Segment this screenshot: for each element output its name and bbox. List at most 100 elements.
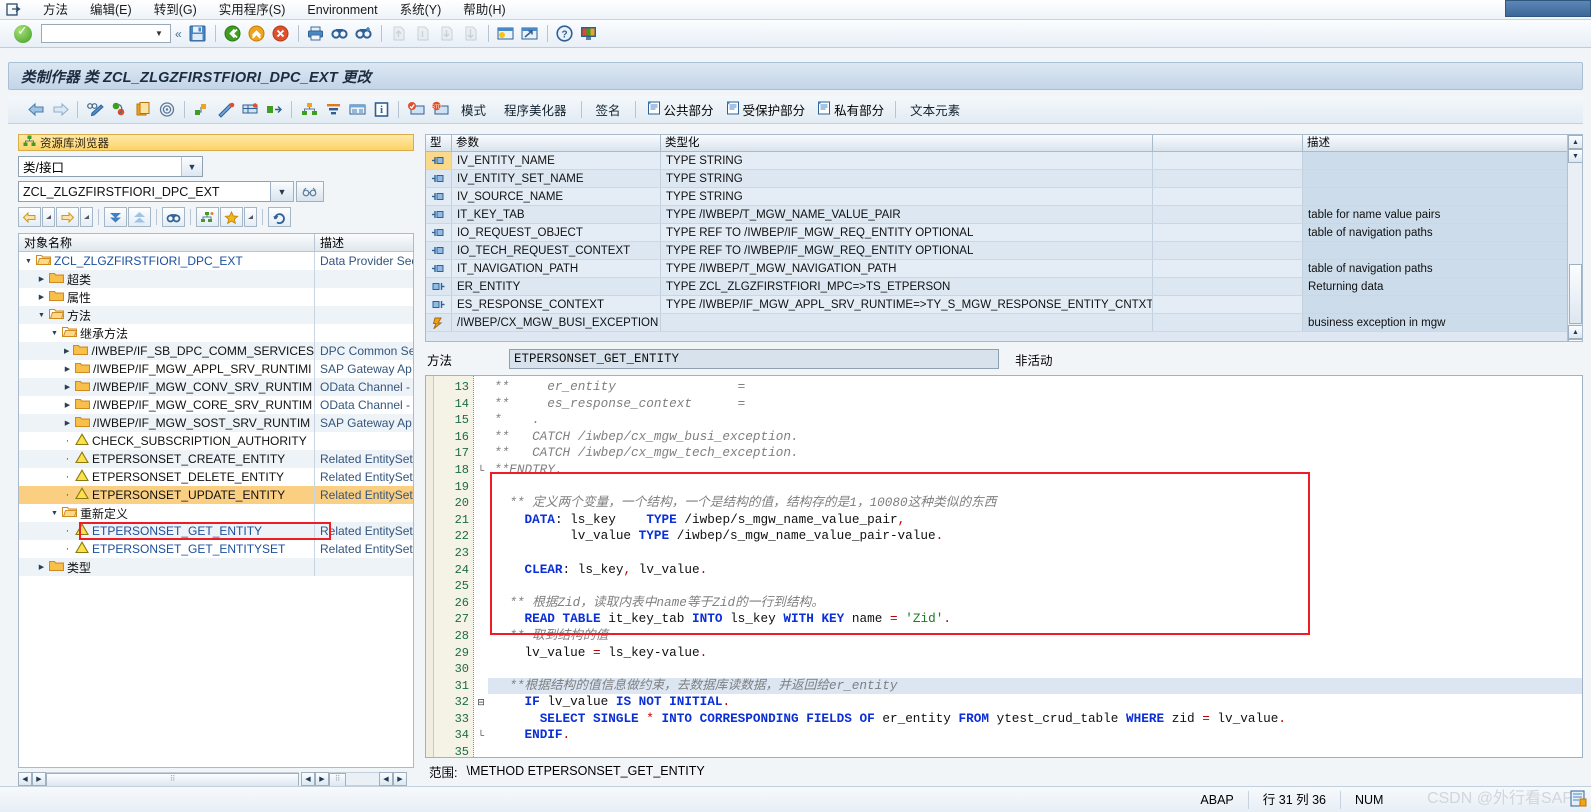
tree-row-name-cell[interactable]: ▶ /IWBEP/IF_MGW_CORE_SRV_RUNTIM xyxy=(19,396,315,414)
refresh-object-icon[interactable] xyxy=(108,100,130,120)
code-line[interactable]: ** CATCH /iwbep/cx_mgw_busi_exception. xyxy=(488,429,1582,446)
code-line[interactable]: lv_value = ls_key-value. xyxy=(488,645,1582,662)
text-elements-button[interactable]: 文本元素 xyxy=(901,100,969,119)
code-line[interactable]: ** CATCH /iwbep/cx_mgw_tech_exception. xyxy=(488,445,1582,462)
chevron-down-icon[interactable]: ▼ xyxy=(36,306,47,324)
code-line[interactable]: DATA: ls_key TYPE /iwbep/s_mgw_name_valu… xyxy=(488,512,1582,529)
hscroll-track[interactable] xyxy=(46,771,299,787)
code-line[interactable] xyxy=(488,545,1582,562)
display-change-icon[interactable] xyxy=(84,100,106,120)
activate-icon[interactable]: STD xyxy=(429,100,451,120)
editor-code-area[interactable]: ** er_entity = ** es_response_context = * … xyxy=(488,376,1582,757)
tree-row[interactable]: · ETPERSONSET_CREATE_ENTITY Related Entity… xyxy=(19,450,413,468)
save-icon[interactable] xyxy=(187,24,209,44)
mode-button[interactable]: 模式 xyxy=(452,100,495,119)
code-line[interactable]: IF lv_value IS NOT INITIAL. xyxy=(488,694,1582,711)
code-line[interactable]: * . xyxy=(488,412,1582,429)
tree-row[interactable]: ▼ 继承方法 xyxy=(19,324,413,342)
refresh-button[interactable] xyxy=(268,207,291,227)
menu-item-6[interactable]: 帮助(H) xyxy=(452,0,516,20)
session-info-icon[interactable] xyxy=(1570,790,1587,807)
display-glasses-icon[interactable] xyxy=(296,181,324,202)
pretty-printer-button[interactable]: 程序美化器 xyxy=(495,100,576,119)
scroll-up-icon[interactable]: ▲ xyxy=(1568,325,1582,339)
parameter-row[interactable]: IO_REQUEST_OBJECT TYPE REF TO /IWBEP/IF_M… xyxy=(426,224,1582,242)
protected-section-button[interactable]: 受保护部分 xyxy=(720,100,812,119)
list-icon[interactable] xyxy=(346,100,368,120)
menu-item-2[interactable]: 转到(G) xyxy=(143,0,208,20)
print-icon[interactable] xyxy=(305,24,327,44)
signature-button[interactable]: 签名 xyxy=(587,100,630,119)
parameter-row[interactable]: IO_TECH_REQUEST_CONTEXT TYPE REF TO /IWBE… xyxy=(426,242,1582,260)
chevron-down-icon[interactable]: ▼ xyxy=(49,504,60,522)
tree-row[interactable]: ▶ /IWBEP/IF_MGW_SOST_SRV_RUNTIM SAP Gatewa… xyxy=(19,414,413,432)
chevron-right-icon[interactable]: ▶ xyxy=(62,378,73,396)
tree-row-name-cell[interactable]: · CHECK_SUBSCRIPTION_AUTHORITY xyxy=(19,432,315,450)
tree-row-name-cell[interactable]: · ETPERSONSET_UPDATE_ENTITY xyxy=(19,486,315,504)
chevron-right-icon[interactable]: ▶ xyxy=(62,360,73,378)
help-icon[interactable]: ? xyxy=(554,24,576,44)
public-section-button[interactable]: 公共部分 xyxy=(641,100,720,119)
create-shortcut-icon[interactable] xyxy=(519,24,541,44)
tree-row[interactable]: ▶ 属性 xyxy=(19,288,413,306)
code-line[interactable] xyxy=(488,578,1582,595)
scroll-down-icon[interactable]: ▼ xyxy=(1568,149,1582,163)
chevron-right-icon[interactable]: ▶ xyxy=(36,270,47,288)
command-field[interactable]: ▼ xyxy=(41,24,171,43)
new-session-icon[interactable] xyxy=(495,24,517,44)
parameter-vertical-scrollbar[interactable]: ▲ ▼ ▲ ▼ xyxy=(1567,135,1582,341)
fold-marker-icon[interactable]: ⊟ xyxy=(474,694,488,711)
code-line[interactable]: CLEAR: ls_key, lv_value. xyxy=(488,562,1582,579)
menu-item-5[interactable]: 系统(Y) xyxy=(389,0,453,20)
object-name-dropdown-button[interactable]: ▼ xyxy=(270,181,294,202)
menu-item-3[interactable]: 实用程序(S) xyxy=(208,0,297,20)
info-icon[interactable]: i xyxy=(370,100,392,120)
hscroll-thumb-2[interactable] xyxy=(329,772,346,787)
code-line[interactable]: READ TABLE it_key_tab INTO ls_key WITH K… xyxy=(488,611,1582,628)
back-history-button[interactable] xyxy=(42,207,55,227)
parameter-row[interactable]: IT_NAVIGATION_PATH TYPE /IWBEP/T_MGW_NAVI… xyxy=(426,260,1582,278)
code-editor[interactable]: 13 14 15 16 17 18 19 20 21 22 23 24 25 26 27 28 29 30 31 32… xyxy=(425,375,1583,758)
check-icon[interactable] xyxy=(405,100,427,120)
back-button[interactable] xyxy=(18,207,41,227)
tree-row[interactable]: ▼ 重新定义 xyxy=(19,504,413,522)
chevron-right-icon[interactable]: ▶ xyxy=(62,396,73,414)
menu-item-0[interactable]: 方法 xyxy=(32,0,79,20)
forward-arrow-icon[interactable] xyxy=(49,100,71,120)
tree-row[interactable]: ▼ 方法 xyxy=(19,306,413,324)
add-object-button[interactable] xyxy=(196,207,219,227)
parameter-row[interactable]: IT_KEY_TAB TYPE /IWBEP/T_MGW_NAME_VALUE_P… xyxy=(426,206,1582,224)
scroll-left-icon[interactable]: ◀ xyxy=(379,771,393,786)
tree-row-name-cell[interactable]: ▼ 重新定义 xyxy=(19,504,315,522)
object-tree[interactable]: 对象名称 描述 ▼ ZCL_ZLGZFIRSTFIORI_DPC_EXT Data … xyxy=(18,233,414,768)
forward-history-button[interactable] xyxy=(80,207,93,227)
scroll-left-icon[interactable]: ◀ xyxy=(301,771,315,786)
parameter-row[interactable]: /IWBEP/CX_MGW_BUSI_EXCEPTION business exc… xyxy=(426,314,1582,332)
menu-item-1[interactable]: 编辑(E) xyxy=(79,0,143,20)
parameter-row[interactable]: IV_ENTITY_SET_NAME TYPE STRING xyxy=(426,170,1582,188)
tree-row-name-cell[interactable]: ▼ 继承方法 xyxy=(19,324,315,342)
parameter-table[interactable]: 型 参数 类型化 描述 IV_ENTITY_NAME TYPE STRING IV_… xyxy=(425,134,1583,342)
tree-row[interactable]: ▶ /IWBEP/IF_SB_DPC_COMM_SERVICES DPC Commo… xyxy=(19,342,413,360)
scroll-right-icon[interactable]: ▶ xyxy=(393,771,407,786)
exit-icon[interactable] xyxy=(246,24,268,44)
parameter-row[interactable]: ER_ENTITY TYPE ZCL_ZLGZFIRSTFIORI_MPC=>TS… xyxy=(426,278,1582,296)
copy-icon[interactable] xyxy=(132,100,154,120)
method-name-field[interactable]: ETPERSONSET_GET_ENTITY xyxy=(509,349,999,369)
hscroll-track-2[interactable] xyxy=(329,771,379,787)
scroll-up-icon[interactable]: ▲ xyxy=(1568,135,1582,149)
code-line[interactable]: ** es_response_context = xyxy=(488,396,1582,413)
expand-all-button[interactable] xyxy=(104,207,127,227)
vscroll-thumb[interactable] xyxy=(1568,264,1582,324)
chevron-down-icon[interactable]: ▼ xyxy=(150,25,168,42)
tree-row-name-cell[interactable]: ▼ ZCL_ZLGZFIRSTFIORI_DPC_EXT xyxy=(19,252,315,270)
object-name-input[interactable]: ZCL_ZLGZFIRSTFIORI_DPC_EXT xyxy=(18,181,270,202)
tree-row[interactable]: ▶ 类型 xyxy=(19,558,413,576)
parameter-row[interactable]: IV_ENTITY_NAME TYPE STRING xyxy=(426,152,1582,170)
tree-row[interactable]: · CHECK_SUBSCRIPTION_AUTHORITY xyxy=(19,432,413,450)
command-input[interactable] xyxy=(42,25,150,42)
expand-icon[interactable] xyxy=(263,100,285,120)
code-line[interactable]: SELECT SINGLE * INTO CORRESPONDING FIELD… xyxy=(488,711,1582,728)
private-section-button[interactable]: 私有部分 xyxy=(811,100,890,119)
tree-hscroll-right[interactable]: ◀ ▶ ◀ ▶ xyxy=(301,771,407,787)
